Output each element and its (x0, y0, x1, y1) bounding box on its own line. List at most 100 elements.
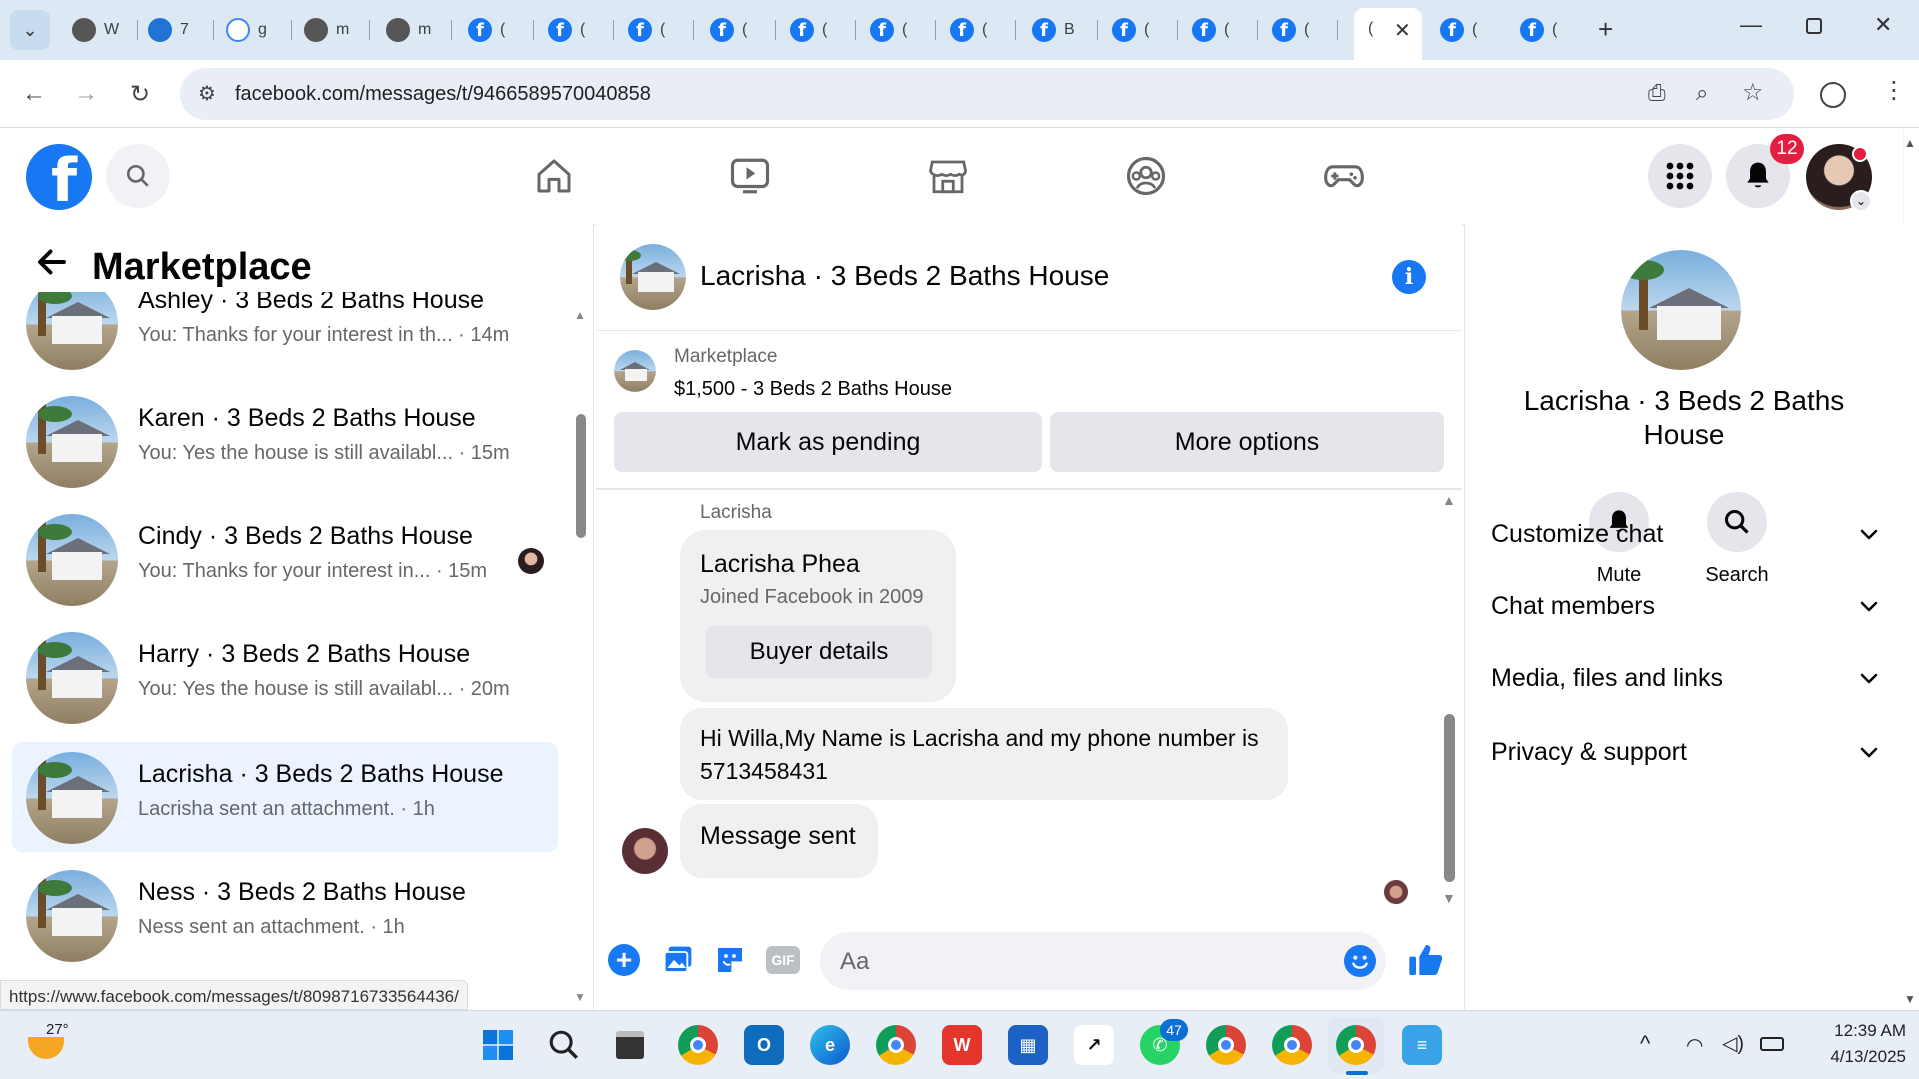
listing-title[interactable]: $1,500 - 3 Beds 2 Baths House (674, 378, 952, 401)
wps-office-icon[interactable]: W (942, 1025, 982, 1065)
chat-header-avatar[interactable] (620, 244, 686, 310)
browser-tab[interactable]: f( (938, 10, 1016, 50)
outlook-icon[interactable]: O (744, 1025, 784, 1065)
tray-chevron-icon[interactable]: ^ (1640, 1031, 1650, 1057)
sticker-icon[interactable] (714, 944, 746, 976)
weather-icon[interactable] (28, 1037, 64, 1059)
new-tab-button[interactable]: + (1598, 14, 1613, 45)
thumbs-up-icon[interactable] (1406, 940, 1446, 980)
groups-icon[interactable] (1122, 152, 1170, 200)
browser-tab[interactable]: g (214, 10, 292, 50)
add-attachment-icon[interactable]: + (608, 944, 640, 976)
gaming-icon[interactable] (1320, 152, 1368, 200)
browser-tab[interactable]: f( (1100, 10, 1178, 50)
conversation-item[interactable]: Ashley · 3 Beds 2 Baths House You: Thanks… (12, 292, 558, 378)
browser-tab[interactable]: f( (858, 10, 936, 50)
task-view-icon[interactable] (610, 1025, 650, 1065)
details-section[interactable]: Privacy & support (1491, 732, 1881, 772)
install-app-icon[interactable]: ⎙ (1648, 80, 1666, 106)
windows-start-icon[interactable] (478, 1025, 518, 1065)
browser-tab[interactable]: f( (778, 10, 856, 50)
tab-search-button[interactable]: ⌄ (10, 10, 50, 50)
chat-scroll-up-icon[interactable]: ▲ (1442, 492, 1456, 508)
details-avatar[interactable] (1621, 250, 1741, 370)
reload-icon[interactable]: ↻ (124, 78, 156, 110)
video-icon[interactable] (726, 152, 774, 200)
listing-thumbnail[interactable] (614, 350, 656, 392)
browser-tab[interactable]: f( (698, 10, 776, 50)
browser-tab[interactable]: f( (1428, 10, 1506, 50)
list-scroll-down-icon[interactable]: ▼ (574, 990, 586, 1004)
chat-title[interactable]: Lacrisha · 3 Beds 2 Baths House (700, 260, 1109, 292)
microsoft-store-icon[interactable]: ▦ (1008, 1025, 1048, 1065)
conversation-item[interactable]: Ness · 3 Beds 2 Baths House Ness sent an … (12, 860, 558, 970)
tab-active[interactable]: ( ✕ (1354, 8, 1422, 60)
browser-tab[interactable]: W (60, 10, 138, 50)
browser-tab[interactable]: f( (1508, 10, 1586, 50)
conversation-item[interactable]: Lacrisha · 3 Beds 2 Baths House Lacrisha … (12, 742, 558, 852)
more-options-button[interactable]: More options (1050, 412, 1444, 472)
mark-as-pending-button[interactable]: Mark as pending (614, 412, 1042, 472)
conversation-item[interactable]: Karen · 3 Beds 2 Baths House You: Yes the… (12, 386, 558, 496)
browser-tab[interactable]: f( (1180, 10, 1258, 50)
browser-tab[interactable]: f( (456, 10, 534, 50)
details-section[interactable]: Customize chat (1491, 514, 1881, 554)
edge-icon[interactable]: e (810, 1025, 850, 1065)
chat-scrollbar-thumb[interactable] (1444, 714, 1455, 882)
stock-app-icon[interactable]: ↗ (1074, 1025, 1114, 1065)
chrome-profile-3-icon[interactable] (1272, 1025, 1312, 1065)
browser-tab[interactable]: 7 (136, 10, 214, 50)
browser-tab[interactable]: f( (1260, 10, 1338, 50)
chrome-profile-2-icon[interactable] (1206, 1025, 1246, 1065)
volume-icon[interactable]: ◁) (1722, 1031, 1744, 1056)
clock-date[interactable]: 4/13/2025 (1810, 1047, 1906, 1067)
browser-tab[interactable]: m (374, 10, 452, 50)
facebook-logo-icon[interactable]: f (26, 144, 92, 210)
account-chevron-icon[interactable]: ⌄ (1850, 190, 1872, 212)
back-arrow-icon[interactable] (34, 244, 70, 280)
back-arrow-icon[interactable]: ← (18, 78, 50, 110)
forward-arrow-icon[interactable]: → (70, 78, 102, 110)
clock-time[interactable]: 12:39 AM (1810, 1021, 1906, 1041)
chat-scroll-down-icon[interactable]: ▼ (1442, 890, 1456, 906)
message-input[interactable]: Aa (820, 932, 1386, 990)
url-text[interactable]: facebook.com/messages/t/9466589570040858 (235, 83, 651, 106)
profile-icon[interactable] (1820, 82, 1846, 108)
conversation-item[interactable]: Harry · 3 Beds 2 Baths House You: Yes the… (12, 622, 558, 732)
search-icon[interactable] (106, 144, 170, 208)
details-section[interactable]: Chat members (1491, 586, 1881, 626)
gif-icon[interactable]: GIF (766, 946, 800, 974)
browser-tab[interactable]: fB (1020, 10, 1098, 50)
info-icon[interactable]: i (1392, 260, 1426, 294)
close-tab-icon[interactable]: ✕ (1394, 18, 1411, 43)
site-info-icon[interactable]: ⚙ (198, 81, 216, 106)
menu-dots-icon[interactable]: ⋮ (1882, 76, 1906, 105)
chrome-icon[interactable] (876, 1025, 916, 1065)
omnibox[interactable]: ⚙ facebook.com/messages/t/94665895700408… (180, 68, 1794, 120)
browser-tab[interactable]: f( (536, 10, 614, 50)
notepad-icon[interactable]: ≡ (1402, 1025, 1442, 1065)
wifi-icon[interactable]: ◠ (1686, 1033, 1703, 1058)
home-icon[interactable] (530, 152, 578, 200)
emoji-icon[interactable] (1344, 945, 1376, 977)
chrome-active-icon[interactable] (1336, 1025, 1376, 1065)
battery-icon[interactable] (1760, 1037, 1784, 1051)
bookmark-star-icon[interactable]: ☆ (1742, 78, 1764, 107)
browser-tab[interactable]: m (292, 10, 370, 50)
minimize-icon[interactable]: — (1740, 12, 1762, 38)
close-window-icon[interactable]: ✕ (1874, 12, 1892, 38)
list-scroll-up-icon[interactable]: ▲ (574, 308, 586, 322)
taskbar-search-icon[interactable] (544, 1025, 584, 1065)
details-section[interactable]: Media, files and links (1491, 658, 1881, 698)
chrome-profile-icon[interactable] (678, 1025, 718, 1065)
buyer-details-button[interactable]: Buyer details (706, 626, 932, 678)
page-scrollbar-up-icon[interactable]: ▲ (1904, 136, 1916, 150)
menu-grid-icon[interactable] (1648, 144, 1712, 208)
restore-icon[interactable] (1806, 18, 1822, 34)
page-scrollbar-down-icon[interactable]: ▼ (1904, 992, 1916, 1006)
marketplace-icon[interactable] (924, 152, 972, 200)
conversation-item[interactable]: Cindy · 3 Beds 2 Baths House You: Thanks … (12, 504, 558, 614)
photo-icon[interactable] (662, 944, 694, 976)
list-scrollbar-thumb[interactable] (576, 414, 586, 538)
browser-tab[interactable]: f( (616, 10, 694, 50)
